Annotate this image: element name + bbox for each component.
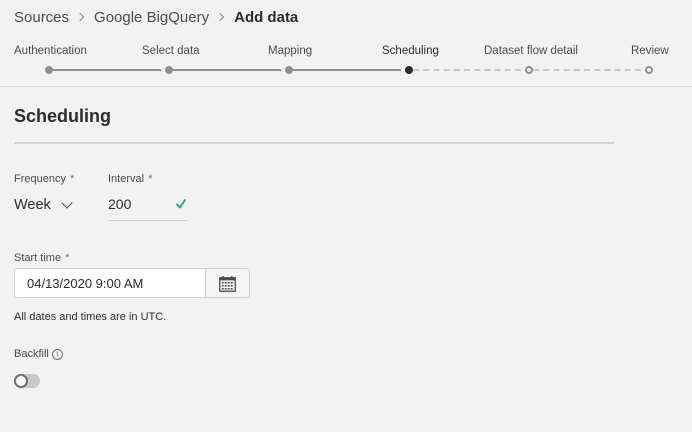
section-title: Scheduling bbox=[14, 106, 112, 126]
required-asterisk: * bbox=[148, 173, 153, 185]
checkmark-icon bbox=[176, 199, 186, 209]
interval-field[interactable]: 200 bbox=[108, 193, 188, 221]
timezone-note: All dates and times are in UTC. bbox=[14, 311, 167, 323]
breadcrumb: Sources Google BigQuery Add data bbox=[14, 7, 298, 27]
step-marker-review bbox=[645, 66, 653, 74]
step-connector bbox=[533, 69, 641, 71]
step-connector bbox=[413, 69, 521, 71]
step-marker-authentication[interactable] bbox=[45, 66, 53, 74]
breadcrumb-current-page: Add data bbox=[234, 8, 299, 26]
step-select-data[interactable]: Select data bbox=[142, 45, 200, 57]
frequency-value: Week bbox=[14, 197, 51, 213]
step-marker-select-data[interactable] bbox=[165, 66, 173, 74]
required-asterisk: * bbox=[69, 173, 75, 185]
backfill-toggle[interactable] bbox=[14, 374, 40, 388]
section-divider bbox=[14, 142, 614, 144]
step-connector bbox=[173, 69, 281, 71]
step-mapping[interactable]: Mapping bbox=[268, 45, 312, 57]
step-connector bbox=[53, 69, 161, 71]
chevron-right-icon bbox=[76, 10, 86, 24]
step-scheduling: Scheduling bbox=[382, 45, 439, 57]
chevron-right-icon bbox=[216, 10, 226, 24]
step-marker-dataset-flow-detail bbox=[525, 66, 533, 74]
start-time-label-text: Start time bbox=[14, 252, 62, 264]
backfill-label: Backfill i bbox=[14, 348, 63, 360]
toggle-knob bbox=[14, 374, 28, 388]
frequency-label-text: Frequency bbox=[14, 173, 66, 185]
backfill-label-text: Backfill bbox=[14, 348, 49, 360]
info-icon[interactable]: i bbox=[51, 348, 63, 360]
step-review: Review bbox=[631, 45, 669, 57]
chevron-down-icon bbox=[61, 196, 73, 209]
frequency-picker[interactable]: Week bbox=[14, 195, 73, 215]
start-time-input[interactable]: 04/13/2020 9:00 AM bbox=[14, 268, 206, 298]
step-marker-mapping[interactable] bbox=[285, 66, 293, 74]
step-authentication[interactable]: Authentication bbox=[14, 45, 87, 57]
interval-label: Interval * bbox=[108, 173, 152, 185]
breadcrumb-sources-link[interactable]: Sources bbox=[14, 9, 69, 26]
interval-value: 200 bbox=[108, 196, 132, 212]
calendar-icon bbox=[219, 276, 236, 292]
frequency-label: Frequency * bbox=[14, 173, 74, 185]
workflow-stepper: Authentication Select data Mapping Sched… bbox=[0, 44, 692, 78]
header-divider bbox=[0, 86, 692, 87]
calendar-button[interactable] bbox=[206, 268, 250, 298]
interval-label-text: Interval bbox=[108, 173, 145, 185]
start-time-value: 04/13/2020 9:00 AM bbox=[27, 276, 144, 291]
step-dataset-flow-detail: Dataset flow detail bbox=[484, 45, 578, 57]
breadcrumb-google-bigquery-link[interactable]: Google BigQuery bbox=[94, 9, 209, 26]
step-connector bbox=[293, 69, 401, 71]
required-asterisk: * bbox=[65, 252, 70, 264]
step-marker-scheduling bbox=[405, 66, 413, 74]
start-time-label: Start time * bbox=[14, 252, 69, 264]
